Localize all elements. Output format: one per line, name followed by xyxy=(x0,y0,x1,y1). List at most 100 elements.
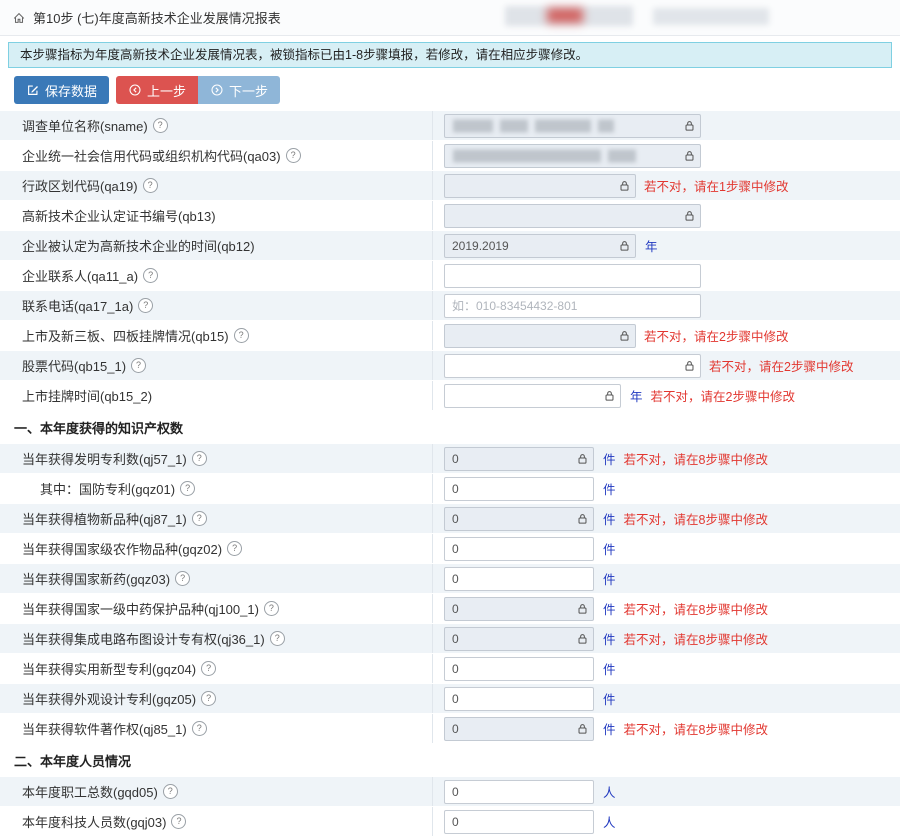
input-qa17_1a[interactable] xyxy=(444,294,701,318)
field-label: 企业被认定为高新技术企业的时间(qb12) xyxy=(22,236,255,255)
help-icon[interactable] xyxy=(143,268,158,283)
notice-banner: 本步骤指标为年度高新技术企业发展情况表，被锁指标已由1-8步骤填报，若修改，请在… xyxy=(8,42,892,68)
section-header: 二、本年度人员情况 xyxy=(0,744,900,777)
field-label: 上市及新三板、四板挂牌情况(qb15) xyxy=(22,326,229,345)
help-icon[interactable] xyxy=(192,451,207,466)
arrow-right-circle-icon xyxy=(210,83,224,97)
unit-label: 件 xyxy=(603,689,616,708)
help-icon[interactable] xyxy=(264,601,279,616)
help-icon[interactable] xyxy=(234,328,249,343)
input-gqd05[interactable] xyxy=(444,780,594,804)
help-icon[interactable] xyxy=(227,541,242,556)
help-icon[interactable] xyxy=(180,481,195,496)
input-qb12 xyxy=(444,234,636,258)
form-row: 企业联系人(qa11_a) xyxy=(0,261,900,291)
help-icon[interactable] xyxy=(192,721,207,736)
lock-icon xyxy=(684,210,695,222)
field-label: 当年获得国家级农作物品种(gqz02) xyxy=(22,539,222,558)
help-icon[interactable] xyxy=(201,661,216,676)
help-icon[interactable] xyxy=(270,631,285,646)
lock-icon xyxy=(684,150,695,162)
fix-step-note: 若不对，请在8步骤中修改 xyxy=(624,509,768,528)
lock-icon xyxy=(619,240,630,252)
form-row: 股票代码(qb15_1)若不对，请在2步骤中修改 xyxy=(0,351,900,381)
help-icon[interactable] xyxy=(138,298,153,313)
form-row: 本年度职工总数(gqd05) 人 xyxy=(0,777,900,807)
titlebar: 第10步 (七)年度高新技术企业发展情况报表 xyxy=(0,0,900,36)
input-qb15_1[interactable] xyxy=(444,354,701,378)
field-label: 本年度科技人员数(gqj03) xyxy=(22,812,166,831)
form-row: 当年获得软件著作权(qj85_1)件若不对，请在8步骤中修改 xyxy=(0,714,900,744)
save-data-button[interactable]: 保存数据 xyxy=(14,76,109,104)
help-icon[interactable] xyxy=(171,814,186,829)
redacted-stamp xyxy=(505,6,769,26)
input-gqz01[interactable] xyxy=(444,477,594,501)
input-qj100_1 xyxy=(444,597,594,621)
lock-icon xyxy=(684,360,695,372)
field-label: 本年度职工总数(gqd05) xyxy=(22,782,158,801)
lock-icon xyxy=(577,633,588,645)
input-gqz04[interactable] xyxy=(444,657,594,681)
field-label: 当年获得实用新型专利(gqz04) xyxy=(22,659,196,678)
toolbar: 保存数据 上一步 下一步 xyxy=(14,76,900,104)
help-icon[interactable] xyxy=(131,358,146,373)
form-row: 本年度科技人员数(gqj03) 人 xyxy=(0,807,900,837)
input-gqz03[interactable] xyxy=(444,567,594,591)
input-qj85_1 xyxy=(444,717,594,741)
field-label: 当年获得发明专利数(qj57_1) xyxy=(22,449,187,468)
input-qb15_2[interactable] xyxy=(444,384,621,408)
input-qa11_a[interactable] xyxy=(444,264,701,288)
unit-label: 人 xyxy=(603,782,616,801)
field-label: 高新技术企业认定证书编号(qb13) xyxy=(22,206,216,225)
prev-step-button[interactable]: 上一步 xyxy=(116,76,198,104)
lock-icon xyxy=(684,120,695,132)
input-qb15 xyxy=(444,324,636,348)
help-icon[interactable] xyxy=(163,784,178,799)
fix-step-note: 若不对，请在2步骤中修改 xyxy=(644,326,788,345)
lock-icon xyxy=(577,513,588,525)
page-title: 第10步 (七)年度高新技术企业发展情况报表 xyxy=(33,8,281,27)
unit-label: 件 xyxy=(603,539,616,558)
unit-label: 人 xyxy=(603,812,616,831)
field-label: 上市挂牌时间(qb15_2) xyxy=(22,386,152,405)
section-title: 一、本年度获得的知识产权数 xyxy=(14,418,183,437)
form-row: 当年获得国家新药(gqz03)件 xyxy=(0,564,900,594)
arrow-left-circle-icon xyxy=(128,83,142,97)
fix-step-note: 若不对，请在8步骤中修改 xyxy=(624,599,768,618)
help-icon[interactable] xyxy=(153,118,168,133)
help-icon[interactable] xyxy=(175,571,190,586)
form-row: 上市挂牌时间(qb15_2)年若不对，请在2步骤中修改 xyxy=(0,381,900,411)
input-gqj03[interactable] xyxy=(444,810,594,834)
fix-step-note: 若不对，请在8步骤中修改 xyxy=(624,629,768,648)
input-gqz02[interactable] xyxy=(444,537,594,561)
field-label: 调查单位名称(sname) xyxy=(22,116,148,135)
field-label: 行政区划代码(qa19) xyxy=(22,176,138,195)
help-icon[interactable] xyxy=(192,511,207,526)
input-qj87_1 xyxy=(444,507,594,531)
form-row: 行政区划代码(qa19)若不对，请在1步骤中修改 xyxy=(0,171,900,201)
form-row: 当年获得集成电路布图设计专有权(qj36_1)件若不对，请在8步骤中修改 xyxy=(0,624,900,654)
home-icon[interactable] xyxy=(12,11,26,25)
unit-label: 件 xyxy=(603,479,616,498)
form-row: 其中：国防专利(gqz01) 件 xyxy=(0,474,900,504)
next-step-button[interactable]: 下一步 xyxy=(198,76,280,104)
section-title: 二、本年度人员情况 xyxy=(14,751,131,770)
unit-label: 年 xyxy=(645,236,658,255)
unit-label: 件 xyxy=(603,449,616,468)
lock-icon xyxy=(619,180,630,192)
input-gqz05[interactable] xyxy=(444,687,594,711)
help-icon[interactable] xyxy=(143,178,158,193)
field-label: 当年获得国家新药(gqz03) xyxy=(22,569,170,588)
fix-step-note: 若不对，请在8步骤中修改 xyxy=(624,719,768,738)
redacted-value xyxy=(453,119,614,132)
field-label: 其中：国防专利(gqz01) xyxy=(40,479,175,498)
help-icon[interactable] xyxy=(201,691,216,706)
form-row: 当年获得国家级农作物品种(gqz02) 件 xyxy=(0,534,900,564)
help-icon[interactable] xyxy=(286,148,301,163)
edit-icon xyxy=(26,83,40,97)
form-row: 上市及新三板、四板挂牌情况(qb15) 若不对，请在2步骤中修改 xyxy=(0,321,900,351)
input-qj36_1 xyxy=(444,627,594,651)
redacted-value xyxy=(453,149,636,162)
lock-icon xyxy=(619,330,630,342)
lock-icon xyxy=(577,723,588,735)
